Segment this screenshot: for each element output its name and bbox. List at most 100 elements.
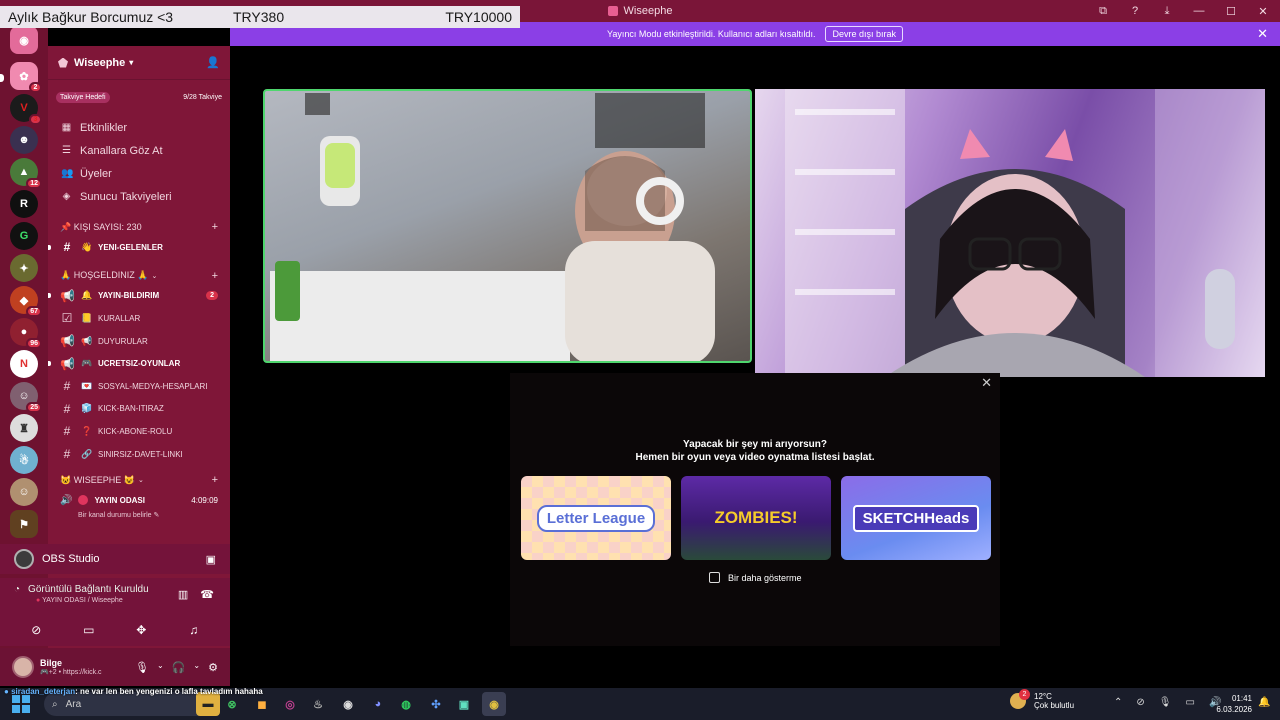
server-v-icon[interactable]: V3 [10,94,42,125]
menu-members[interactable]: 👥 Üyeler [48,162,230,185]
headphones-icon[interactable]: 🎧 [172,661,186,674]
server-header[interactable]: Wiseephe ▾ 👤 [48,46,230,80]
obs-taskbar-icon[interactable]: ◉ [336,692,360,716]
video-stream-1[interactable] [263,89,752,363]
server-n-icon[interactable]: N [10,350,38,378]
channel-kick-abone-rolu[interactable]: # ❓ KICK-ABONE-ROLU [48,420,230,443]
avatar[interactable] [12,656,34,678]
close-icon[interactable]: ✕ [981,375,992,391]
channel-emoji: 🎮 [81,358,93,369]
mute-icon[interactable]: ⊘ [1136,697,1144,708]
invite-icon[interactable]: 👤 [206,56,220,69]
screen-share-icon[interactable]: ⧉ [1096,5,1110,18]
boost-progress: 9/28 Takviye [183,93,222,101]
terminal-icon[interactable]: ▣ [452,692,476,716]
game-title: Letter League [536,504,656,532]
server-g-icon[interactable]: G [10,222,38,250]
channel-yeni-gelenler[interactable]: # 👋 YENI-GELENLER [48,236,230,259]
channel-duyurular[interactable]: 📢 📢 DUYURULAR [48,330,230,353]
connection-channel[interactable]: YAYIN ODASI / Wiseephe [42,597,123,604]
soundboard-icon[interactable]: ♫ [176,619,212,641]
server-red-icon[interactable]: ● 96 [10,318,42,349]
game-card-letter-league[interactable]: Letter League [521,476,671,560]
add-channel-icon[interactable]: + [212,270,218,282]
minimize-icon[interactable]: — [1192,5,1206,17]
channel-kurallar[interactable]: ☑ 📒 KURALLAR [48,307,230,330]
channel-sosyal-medya[interactable]: # 💌 SOSYAL-MEDYA-HESAPLARI [48,375,230,398]
notification-bell-icon[interactable]: 🔔 [1258,697,1270,708]
server-blonde-icon[interactable]: ☺ [10,478,38,506]
chrome-icon[interactable]: ◉ [482,692,506,716]
menu-browse-channels[interactable]: ☰ Kanallara Göz At [48,139,230,162]
weather-widget[interactable]: 2 12°C Çok bulutlu [1010,689,1074,710]
server-game-icon[interactable]: ⚑ [10,510,38,538]
server-pink-icon[interactable]: ✿ 2 [10,62,42,93]
network-icon[interactable]: ▭ [1185,697,1194,708]
server-avatar-icon[interactable]: ☻ [10,126,38,154]
boost-goal[interactable]: Takviye Hedefi 9/28 Takviye [56,90,222,104]
server-tower-icon[interactable]: ♜ [10,414,38,442]
menu-label: Etkinlikler [80,121,128,134]
server-girl-icon[interactable]: ☺ 25 [10,382,42,413]
download-icon[interactable]: ⤓ [1160,5,1174,18]
chevron-down-icon[interactable]: ⌄ [157,661,164,674]
channel-emoji: 📢 [81,335,93,346]
channel-sinirsiz-davet[interactable]: # 🔗 SINIRSIZ-DAVET-LINKI [48,443,230,466]
menu-server-boosts[interactable]: ◈ Sunucu Takviyeleri [48,185,230,208]
app-icon[interactable]: ◎ [278,692,302,716]
add-channel-icon[interactable]: + [212,221,218,233]
server-badge: 67 [26,306,42,317]
server-map-icon[interactable]: ✦ [10,254,38,282]
add-channel-icon[interactable]: + [212,474,218,486]
channel-status-setter[interactable]: Bir kanal durumu belirle ✎ [48,511,230,523]
chevron-down-icon[interactable]: ⌄ [193,661,200,674]
help-icon[interactable]: ? [1128,5,1142,17]
disconnect-icon[interactable]: ☎ [200,588,214,601]
category-kisi[interactable]: 📌 KIŞI SAYISI: 230 + [48,218,230,236]
spotify-icon[interactable]: ◍ [394,692,418,716]
close-icon[interactable]: ✕ [1257,26,1268,42]
network-app-icon[interactable]: ✣ [424,692,448,716]
maximize-icon[interactable]: ☐ [1224,5,1238,18]
video-stream-2[interactable] [755,89,1265,377]
close-icon[interactable]: ✕ [1256,5,1270,18]
discord-home-icon[interactable]: ◉ [10,26,38,54]
category-hosgeldiniz[interactable]: 🙏 HOŞGELDINIZ 🙏 ⌄ + [48,267,230,285]
steam-icon[interactable]: ♨ [306,692,330,716]
activity-obs[interactable]: OBS Studio ▣ [0,544,230,574]
voice-channel-yayin-odasi[interactable]: 🔊 YAYIN ODASI 4:09:09 [48,489,230,511]
screen-share-icon[interactable]: ▭ [71,619,107,641]
channel-name: KURALLAR [98,313,141,323]
channel-ucretsiz-oyunlar[interactable]: 📢 🎮 UCRETSIZ-OYUNLAR [48,352,230,375]
gear-icon[interactable]: ⚙ [208,661,218,674]
activities-icon[interactable]: ✥ [123,619,159,641]
microphone-icon[interactable]: 🎙 [135,661,149,674]
dont-show-again-checkbox[interactable]: Bir daha gösterme [709,572,802,583]
channel-yayin-bildirim[interactable]: 📢 🔔 YAYIN-BILDIRIM 2 [48,285,230,308]
menu-events[interactable]: ▦ Etkinlikler [48,116,230,139]
app-logo-icon [607,6,618,16]
chevron-up-icon[interactable]: ⌃ [1114,697,1122,708]
server-rick-icon[interactable]: ☃ [10,446,38,474]
noise-suppression-icon[interactable]: ▥ [178,588,188,601]
taskbar-clock[interactable]: 01:41 6.03.2026 [1212,693,1252,715]
server-r-icon[interactable]: R [10,190,38,218]
mic-tray-icon[interactable]: 🎙 [1159,697,1172,708]
category-label: 📌 KIŞI SAYISI: 230 [60,221,142,232]
calendar-icon: ▦ [61,122,72,133]
camera-off-icon[interactable]: ⊘ [18,619,54,641]
discord-taskbar-icon[interactable]: ◕ [366,692,390,716]
game-card-sketchheads[interactable]: SKETCHHeads [841,476,991,560]
search-placeholder: Ara [65,698,82,710]
signal-icon[interactable]: ◔ [14,584,20,595]
server-fox-icon[interactable]: ◆ 67 [10,286,42,317]
ticker-username: siradan_deterjan [11,687,76,696]
channel-kick-ban-itiraz[interactable]: # 🧊 KICK-BAN-ITIRAZ [48,398,230,421]
disable-streamer-mode-button[interactable]: Devre dışı bırak [825,26,903,42]
server-landscape-icon[interactable]: ▲ 12 [10,158,42,189]
category-wiseephe[interactable]: 😺 WISEEPHE 😺 ⌄ + [48,471,230,489]
checkbox-box[interactable] [709,572,720,583]
stream-screen-icon[interactable]: ▣ [206,553,216,566]
server-name: Wiseephe [74,56,126,69]
game-card-zombies[interactable]: ZOMBIES! [681,476,831,560]
